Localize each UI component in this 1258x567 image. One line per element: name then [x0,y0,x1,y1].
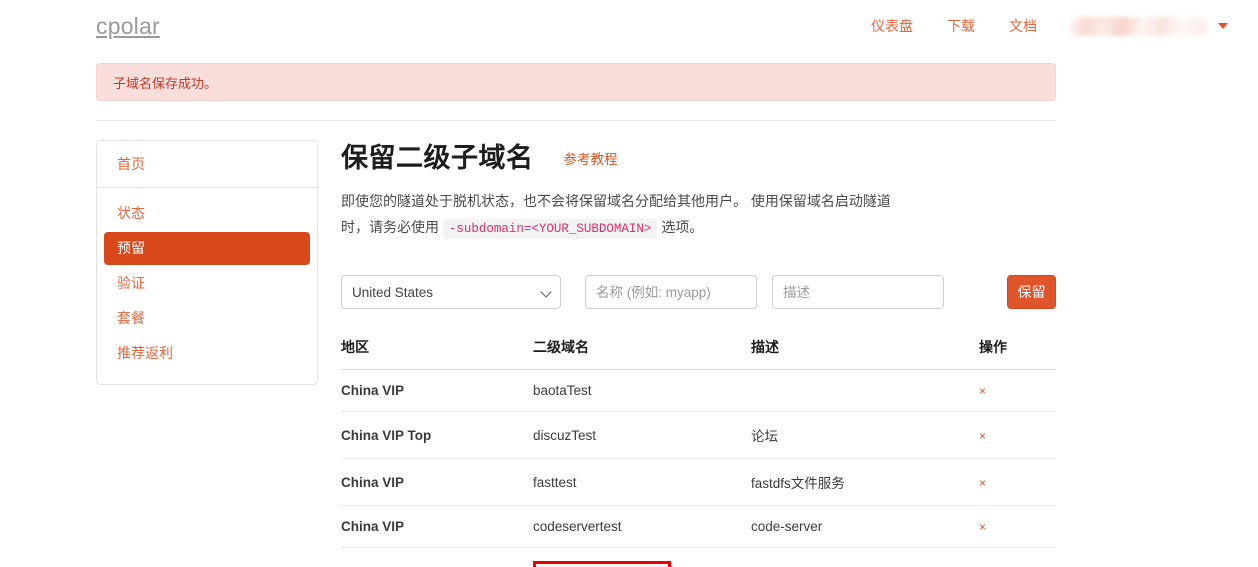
column-header-desc: 描述 [751,337,979,370]
success-alert: 子域名保存成功。 [96,63,1056,101]
sidebar-item-referral[interactable]: 推荐返利 [104,337,310,370]
brand-logo[interactable]: cpolar [96,13,160,40]
delete-icon[interactable]: × [979,520,986,534]
header-divider [96,120,1056,121]
cell-subdomain: baotaTest [533,369,751,412]
cell-description: fastdfs文件服务 [751,458,979,506]
reserve-submit-button[interactable]: 保留 [1007,275,1056,309]
nav-item-docs[interactable]: 文档 [992,16,1054,36]
title-row: 保留二级子域名 参考教程 [341,140,1056,176]
alert-message: 子域名保存成功。 [113,75,218,91]
page-description: 即使您的隧道处于脱机状态，也不会将保留域名分配给其他用户。 使用保留域名启动隧道… [341,188,903,242]
cell-region: China VIP [341,547,533,567]
description-input[interactable] [772,275,944,309]
sidebar-list: 状态 预留 验证 套餐 推荐返利 [97,188,317,384]
highlighted-subdomain-box: chatgptfeishu 复制 [533,561,751,567]
sidebar-item-status[interactable]: 状态 [104,197,310,230]
cell-subdomain: codeservertest [533,505,751,548]
sidebar-item-verify[interactable]: 验证 [104,267,310,300]
sidebar-item-plan[interactable]: 套餐 [104,302,310,335]
username-blurred [1070,16,1208,36]
table-head: 地区 二级域名 描述 操作 [341,337,1056,370]
cell-actions: × [979,369,1056,412]
table-row: China VIP chatgptfeishu 复制 chatgpt-feish… [341,547,1056,567]
cell-description: code-server [751,505,979,548]
cell-subdomain: discuzTest [533,411,751,459]
reserved-subdomains-table: 地区 二级域名 描述 操作 China VIP baotaTest × Chin… [341,337,1056,567]
subdomain-name-input[interactable] [585,275,757,309]
reserve-form: United States 保留 [341,275,1056,309]
cell-subdomain: fasttest [533,458,751,506]
delete-icon[interactable]: × [979,476,986,490]
column-header-subdomain: 二级域名 [533,337,751,370]
nav-item-download[interactable]: 下载 [930,16,992,36]
chevron-down-icon [1218,23,1228,29]
sidebar-item-reserved[interactable]: 预留 [104,232,310,265]
cell-description [751,369,979,412]
table-body: China VIP baotaTest × China VIP Top disc… [341,369,1056,567]
cell-region: China VIP [341,505,533,548]
cell-region: China VIP [341,369,533,412]
sidebar-header: 首页 [97,141,317,188]
page-root: cpolar 仪表盘 下载 文档 子域名保存成功。 首页 状态 预留 验证 套餐… [0,0,1258,567]
cell-actions: × [979,458,1056,506]
subdomain-code-snippet: -subdomain=<YOUR_SUBDOMAIN> [442,219,658,239]
region-select-wrapper: United States [341,275,561,309]
subdomain-value: chatgptfeishu [533,561,672,567]
sidebar: 首页 状态 预留 验证 套餐 推荐返利 [96,140,318,385]
cell-actions: × [979,411,1056,459]
cell-actions: × [979,505,1056,548]
table-row: China VIP fasttest fastdfs文件服务 × [341,458,1056,506]
column-header-actions: 操作 [979,337,1056,370]
table-row: China VIP Top discuzTest 论坛 × [341,411,1056,459]
column-header-region: 地区 [341,337,533,370]
nav-item-dashboard[interactable]: 仪表盘 [854,16,930,36]
cell-description: 论坛 [751,411,979,459]
table-row: China VIP codeservertest code-server × [341,505,1056,548]
cell-region: China VIP [341,458,533,506]
table-header-row: 地区 二级域名 描述 操作 [341,337,1056,370]
tutorial-link[interactable]: 参考教程 [564,148,618,168]
nav-links: 仪表盘 下载 文档 [854,16,1234,36]
page-title: 保留二级子域名 [341,143,534,173]
cell-actions: × [979,547,1056,567]
delete-icon[interactable]: × [979,429,986,443]
cell-subdomain-highlighted: chatgptfeishu 复制 [533,547,751,567]
main-content: 保留二级子域名 参考教程 即使您的隧道处于脱机状态，也不会将保留域名分配给其他用… [341,140,1056,567]
top-navbar: cpolar 仪表盘 下载 文档 [0,0,1258,52]
cell-description: chatgpt-feishu [751,547,979,567]
user-menu[interactable] [1054,16,1234,36]
table-row: China VIP baotaTest × [341,369,1056,412]
region-select[interactable]: United States [341,275,561,309]
description-text-part2: 选项。 [661,219,704,235]
cell-region: China VIP Top [341,411,533,459]
sidebar-item-home[interactable]: 首页 [117,156,145,172]
delete-icon[interactable]: × [979,384,986,398]
